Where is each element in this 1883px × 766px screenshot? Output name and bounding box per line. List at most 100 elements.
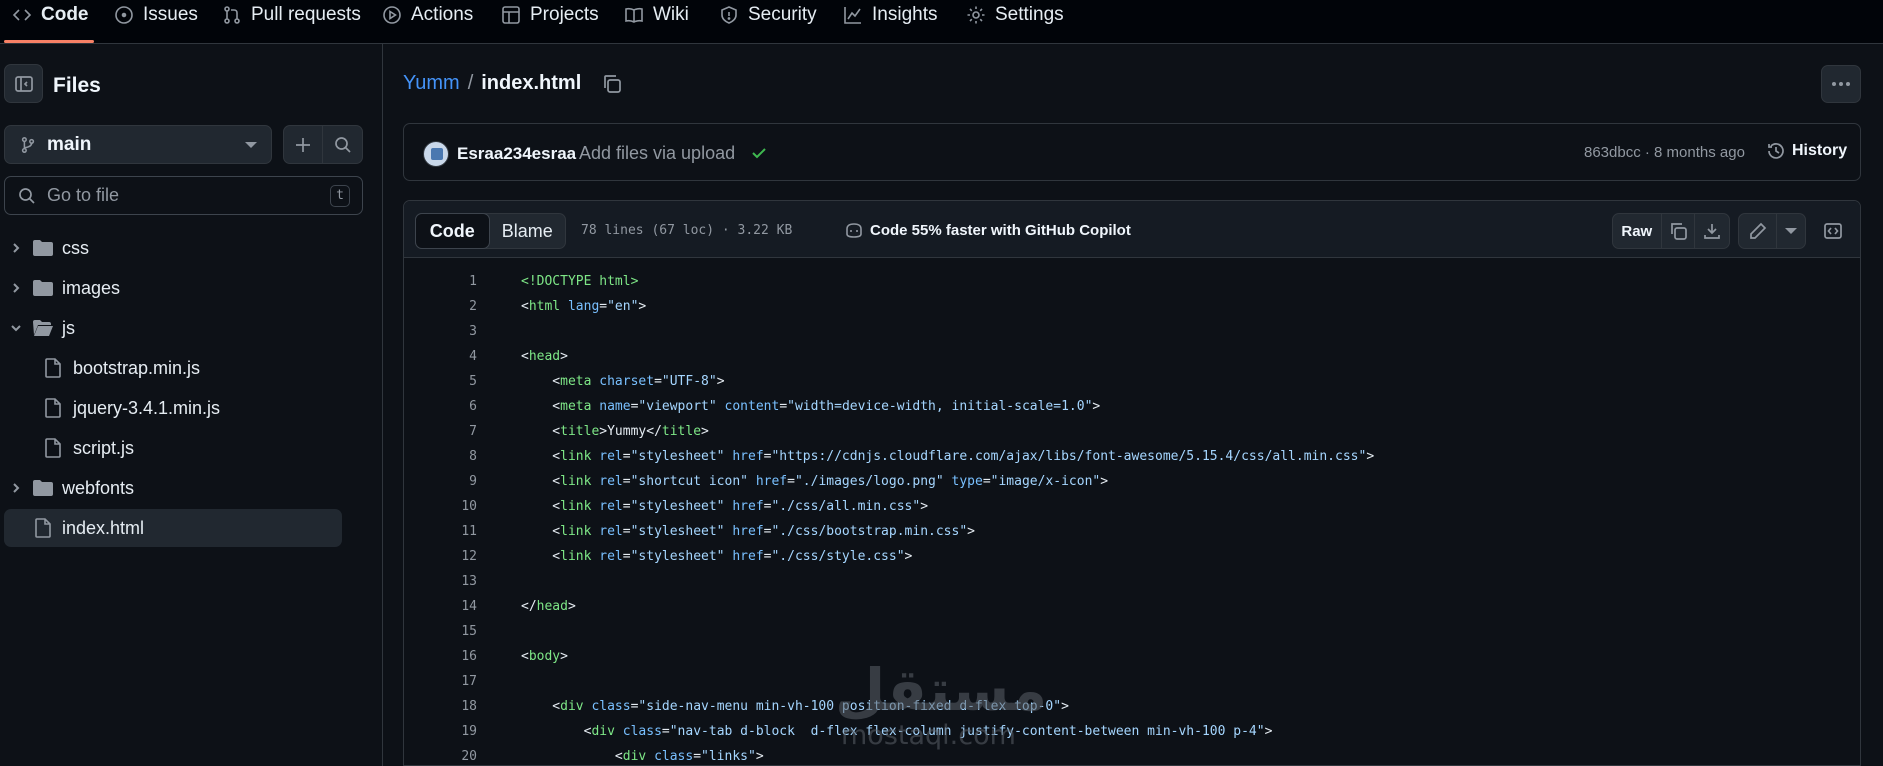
- tab-insights[interactable]: Insights: [843, 0, 937, 30]
- code-token: <: [521, 424, 561, 439]
- folder-open-icon: [33, 320, 53, 336]
- code-token: "en": [607, 299, 639, 314]
- code-token: </: [521, 599, 537, 614]
- tree-item-js[interactable]: js: [4, 309, 342, 347]
- raw-button[interactable]: Raw: [1613, 214, 1662, 248]
- line-content: <div class="links">: [521, 744, 764, 765]
- tab-projects-label: Projects: [530, 4, 599, 25]
- tab-issues[interactable]: Issues: [114, 0, 198, 30]
- tab-security[interactable]: Security: [719, 0, 817, 30]
- tab-code[interactable]: Code: [12, 0, 89, 30]
- tab-actions[interactable]: Actions: [382, 0, 473, 30]
- symbols-panel-button[interactable]: [1815, 214, 1850, 248]
- line-number[interactable]: 12: [404, 544, 477, 569]
- tree-item-jquery-js[interactable]: jquery-3.4.1.min.js: [4, 389, 342, 427]
- code-token: head: [528, 349, 561, 364]
- code-token: href: [732, 499, 764, 514]
- code-token: <: [521, 299, 529, 314]
- line-number[interactable]: 18: [404, 694, 477, 719]
- copilot-promo-link[interactable]: Code 55% faster with GitHub Copilot: [844, 220, 1131, 240]
- line-number[interactable]: 11: [404, 519, 477, 544]
- tree-item-script-js[interactable]: script.js: [4, 429, 342, 467]
- code-token: rel: [599, 474, 623, 489]
- line-number[interactable]: 8: [404, 444, 477, 469]
- tree-item-bootstrap-min-js[interactable]: bootstrap.min.js: [4, 349, 342, 387]
- tree-item-webfonts[interactable]: webfonts: [4, 469, 342, 507]
- line-number[interactable]: 1: [404, 269, 477, 294]
- line-number[interactable]: 13: [404, 569, 477, 594]
- line-number[interactable]: 19: [404, 719, 477, 744]
- code-token: href: [755, 474, 788, 489]
- branch-selector[interactable]: main: [4, 125, 272, 164]
- tab-projects[interactable]: Projects: [501, 0, 599, 30]
- book-icon: [625, 7, 643, 23]
- code-token: =: [622, 524, 631, 539]
- code-line: 11 <link rel="stylesheet" href="./css/bo…: [404, 519, 1860, 544]
- avatar[interactable]: [423, 141, 449, 167]
- chevron-down-icon: [245, 141, 257, 148]
- table-icon: [502, 6, 520, 24]
- raw-actions-group: Raw: [1612, 213, 1730, 249]
- symbols-panel-group: [1814, 213, 1851, 249]
- search-files-button[interactable]: [322, 125, 363, 164]
- line-content: <link rel="stylesheet" href="./css/style…: [521, 544, 912, 569]
- line-number[interactable]: 10: [404, 494, 477, 519]
- line-number[interactable]: 7: [404, 419, 477, 444]
- blame-view-tab[interactable]: Blame: [490, 214, 565, 248]
- view-mode-toggle: Code Blame: [415, 213, 566, 249]
- history-button[interactable]: History: [1766, 141, 1847, 161]
- tree-item-index-html[interactable]: index.html: [4, 509, 342, 547]
- code-token: lang: [567, 299, 600, 314]
- commit-message[interactable]: Add files via upload: [579, 143, 735, 164]
- chevron-right-icon: [13, 483, 20, 493]
- code-token: link: [560, 449, 592, 464]
- tab-settings[interactable]: Settings: [966, 0, 1064, 30]
- commit-author[interactable]: Esraa234esraa: [457, 144, 576, 164]
- code-token: "UTF-8": [661, 374, 717, 389]
- copy-raw-button[interactable]: [1662, 214, 1696, 248]
- more-options-button[interactable]: [1821, 65, 1861, 103]
- issue-icon: [115, 6, 133, 24]
- code-token: class: [622, 724, 662, 739]
- tree-item-css[interactable]: css: [4, 229, 342, 267]
- line-content: <link rel="stylesheet" href="./css/all.m…: [521, 494, 928, 519]
- code-token: "stylesheet": [630, 524, 725, 539]
- download-button[interactable]: [1695, 214, 1729, 248]
- code-line: 10 <link rel="stylesheet" href="./css/al…: [404, 494, 1860, 519]
- line-number[interactable]: 17: [404, 669, 477, 694]
- breadcrumb-repo-link[interactable]: Yumm: [403, 72, 460, 95]
- search-icon: [19, 187, 35, 204]
- line-number[interactable]: 14: [404, 594, 477, 619]
- add-file-button[interactable]: [283, 125, 323, 164]
- edit-file-button[interactable]: [1739, 214, 1778, 248]
- line-number[interactable]: 9: [404, 469, 477, 494]
- file-stats: 78 lines (67 loc) · 3.22 KB: [581, 223, 793, 238]
- line-number[interactable]: 3: [404, 319, 477, 344]
- go-to-file-input[interactable]: Go to file t: [4, 176, 363, 215]
- code-token: >: [567, 599, 576, 614]
- line-number[interactable]: 2: [404, 294, 477, 319]
- code-line: 9 <link rel="shortcut icon" href="./imag…: [404, 469, 1860, 494]
- line-number[interactable]: 5: [404, 369, 477, 394]
- code-line: 17: [404, 669, 1860, 694]
- commit-meta[interactable]: 863dbcc · 8 months ago: [1584, 144, 1745, 161]
- line-number[interactable]: 15: [404, 619, 477, 644]
- kebab-icon-dot: [1839, 82, 1843, 86]
- tab-pull-requests[interactable]: Pull requests: [222, 0, 361, 30]
- active-tab-indicator: [4, 40, 94, 43]
- tree-item-images[interactable]: images: [4, 269, 342, 307]
- tab-wiki[interactable]: Wiki: [624, 0, 689, 30]
- line-number[interactable]: 20: [404, 744, 477, 765]
- code-token: =: [654, 374, 662, 389]
- line-number[interactable]: 16: [404, 644, 477, 669]
- line-number[interactable]: 6: [404, 394, 477, 419]
- breadcrumb: Yumm / index.html: [403, 72, 623, 95]
- code-view-tab[interactable]: Code: [415, 213, 490, 249]
- collapse-sidebar-button[interactable]: [4, 64, 43, 103]
- code-line: 18 <div class="side-nav-menu min-vh-100 …: [404, 694, 1860, 719]
- edit-options-button[interactable]: [1777, 214, 1805, 248]
- copy-path-icon[interactable]: [601, 73, 623, 95]
- line-number[interactable]: 4: [404, 344, 477, 369]
- check-icon[interactable]: [749, 143, 769, 163]
